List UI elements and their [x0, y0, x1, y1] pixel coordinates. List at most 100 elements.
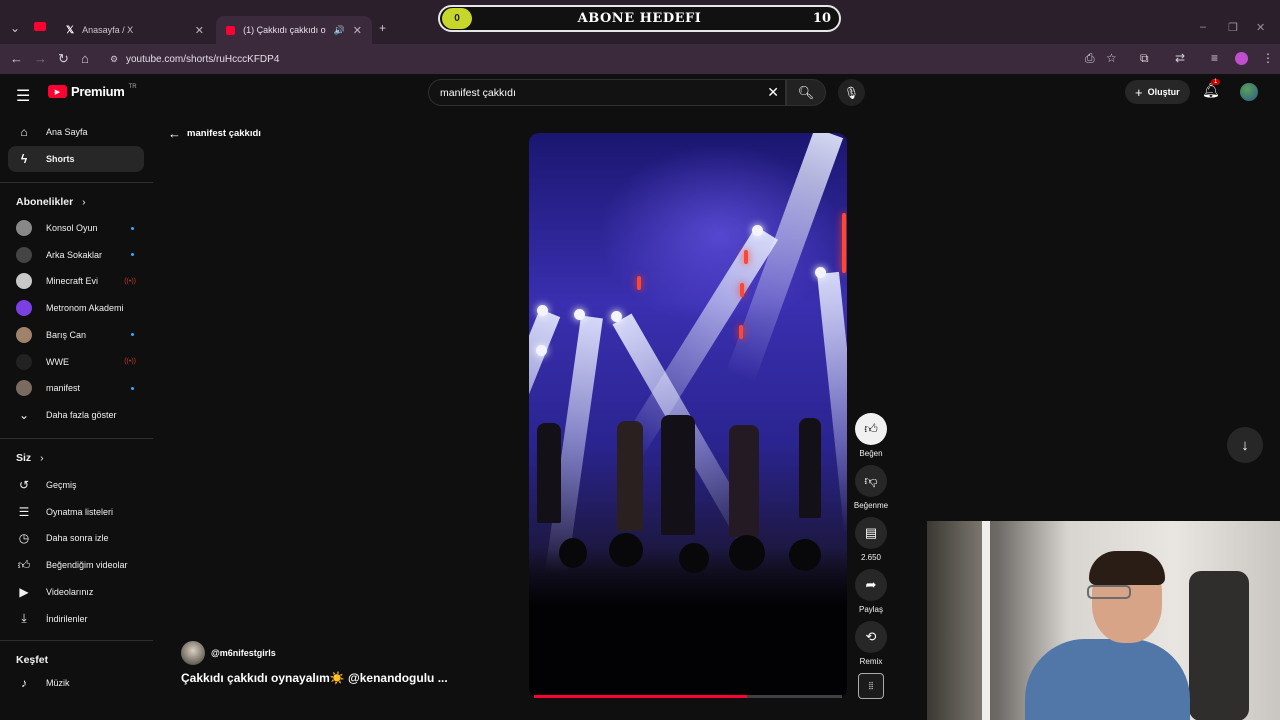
tab-x[interactable]: 𝕏 Anasayfa / X ✕: [56, 16, 214, 44]
restore-icon[interactable]: ❐: [1228, 21, 1238, 34]
subscription-item[interactable]: Minecraft Evi ((•)): [8, 268, 144, 294]
channel-avatar: [16, 326, 32, 343]
share-action[interactable]: ➦ Paylaş: [855, 569, 887, 614]
channel-avatar: [16, 220, 32, 236]
sidebar-item-you[interactable]: 👍︎ Beğendiğim videolar: [8, 552, 144, 578]
back-icon[interactable]: ←: [10, 51, 23, 66]
webcam-background-frame: [982, 521, 990, 720]
subscription-label: Konsol Oyun: [46, 223, 98, 233]
channel-avatar[interactable]: [181, 641, 205, 665]
thumbs-down-icon[interactable]: 👎︎: [855, 465, 887, 497]
webcam-person-hair: [1089, 551, 1165, 585]
crowd-head: [559, 538, 587, 568]
close-tab-icon[interactable]: ✕: [353, 24, 362, 37]
subscriber-goal-overlay: 0 ABONE HEDEFI 10: [438, 5, 841, 32]
sidebar-item-music[interactable]: ♪ Müzik: [8, 670, 144, 696]
subscription-item[interactable]: Metronom Akademi: [8, 295, 144, 321]
thumbs-up-icon[interactable]: 👍︎: [855, 413, 887, 445]
bookmark-star-icon[interactable]: ☆: [1106, 51, 1117, 65]
close-tab-icon[interactable]: ✕: [195, 24, 204, 37]
sound-thumbnail-button[interactable]: ⦙⦙: [858, 673, 884, 699]
account-avatar[interactable]: [1240, 83, 1258, 101]
remix-action[interactable]: ⟲ Remix: [855, 621, 887, 666]
sidebar-item-shorts[interactable]: ϟ Shorts: [8, 146, 144, 172]
install-app-icon[interactable]: ⎙: [1085, 51, 1095, 66]
stage-lamp: [752, 225, 763, 236]
tab-search-icon[interactable]: ⌄: [10, 21, 20, 35]
remix-icon[interactable]: ⟲: [855, 621, 887, 653]
dislike-action[interactable]: 👎︎ Beğenme: [853, 465, 889, 510]
you-heading[interactable]: Siz ›: [16, 452, 44, 464]
divider: [0, 438, 153, 439]
subscription-item[interactable]: Konsol Oyun: [8, 215, 144, 241]
x-logo-icon: 𝕏: [66, 24, 75, 36]
create-button[interactable]: + Oluştur: [1125, 80, 1190, 104]
next-short-button[interactable]: ↓: [1227, 427, 1263, 463]
notifications-button[interactable]: 🔔︎ 1: [1202, 79, 1221, 99]
minimize-icon[interactable]: –: [1200, 21, 1206, 33]
divider: [0, 640, 153, 641]
home-icon[interactable]: ⌂: [81, 51, 89, 66]
menu-hamburger-icon[interactable]: ☰: [16, 86, 30, 106]
dancer: [729, 425, 759, 537]
subscriptions-heading[interactable]: Abonelikler ›: [16, 196, 86, 208]
shorts-video-player[interactable]: [529, 133, 847, 698]
subscription-item[interactable]: manifest: [8, 375, 144, 401]
audio-wave-icon: ⦙⦙: [868, 680, 874, 692]
sidebar-item-you[interactable]: ☰ Oynatma listeleri: [8, 499, 144, 525]
sidebar-item-you[interactable]: ↺ Geçmiş: [8, 472, 144, 498]
channel-row[interactable]: @m6nifestgirls: [181, 641, 276, 665]
speaker-icon[interactable]: 🔊: [334, 25, 345, 36]
sidebar-item-label: Beğendiğim videolar: [46, 560, 128, 571]
reload-icon[interactable]: ↻: [58, 51, 69, 67]
close-window-icon[interactable]: ✕: [1256, 21, 1265, 34]
subscription-item[interactable]: WWE ((•)): [8, 349, 144, 375]
extensions-icon[interactable]: ⧉: [1140, 51, 1149, 66]
red-light: [740, 283, 744, 297]
sidebar-item-you[interactable]: ▶ Videolarınız: [8, 579, 144, 605]
divider: [0, 182, 153, 183]
search-button[interactable]: 🔍︎: [786, 79, 826, 106]
pinned-youtube-icon[interactable]: [34, 22, 46, 31]
url-field[interactable]: ⚙ youtube.com/shorts/ruHcccKFDP4: [106, 49, 1256, 69]
profile-icon[interactable]: [1235, 52, 1248, 65]
your-videos-icon: ▶: [19, 584, 29, 599]
red-light: [637, 276, 641, 290]
sidebar-item-you[interactable]: ⤓ İndirilenler: [8, 606, 144, 632]
search-input[interactable]: manifest çakkıdı ✕: [428, 79, 786, 106]
dislike-label: Beğenme: [853, 501, 889, 510]
arrow-down-icon: ↓: [1241, 436, 1249, 454]
like-action[interactable]: 👍︎ Beğen: [855, 413, 887, 458]
browser-menu-icon[interactable]: ⋮: [1262, 51, 1274, 65]
share-icon[interactable]: ➦: [855, 569, 887, 601]
new-tab-icon[interactable]: +: [379, 21, 386, 35]
video-progress-bar[interactable]: [534, 695, 842, 698]
new-content-dot: [131, 226, 134, 230]
arrow-left-icon: ←: [168, 126, 181, 141]
show-more-button[interactable]: ⌄ Daha fazla göster: [8, 402, 144, 428]
clear-search-icon[interactable]: ✕: [767, 84, 779, 101]
sidebar-item-home[interactable]: ⌂ Ana Sayfa: [8, 119, 144, 145]
channel-avatar: [16, 380, 32, 397]
translate-icon[interactable]: ⇄: [1175, 51, 1185, 65]
comment-icon[interactable]: ▤: [855, 517, 887, 549]
forward-icon[interactable]: →: [34, 51, 47, 66]
youtube-premium-logo[interactable]: ▶ Premium TR: [48, 84, 137, 99]
youtube-play-logo-icon: ▶: [48, 85, 67, 98]
site-info-icon[interactable]: ⚙: [110, 54, 118, 65]
voice-search-button[interactable]: 🎙︎: [838, 79, 865, 106]
tab-youtube[interactable]: (1) Çakkıdı çakkıdı oynayal 🔊 ✕: [216, 16, 372, 44]
comments-action[interactable]: ▤ 2.650: [855, 517, 887, 562]
sidebar-item-label: Müzik: [46, 678, 70, 688]
subscription-label: WWE: [46, 356, 69, 367]
sidebar-item-you[interactable]: ◷ Daha sonra izle: [8, 525, 144, 551]
short-title[interactable]: Çakkıdı çakkıdı oynayalım☀️ @kenandogulu…: [181, 671, 448, 685]
music-icon: ♪: [21, 676, 27, 690]
sidebar-item-label: Shorts: [46, 154, 75, 164]
subscription-item[interactable]: Arka Sokaklar: [8, 242, 144, 268]
search-back-link[interactable]: ← manifest çakkıdı: [168, 126, 261, 141]
media-controls-icon[interactable]: ≡: [1211, 51, 1218, 65]
channel-handle[interactable]: @m6nifestgirls: [211, 648, 276, 658]
subscription-item[interactable]: Barış Can: [8, 322, 144, 348]
chevron-down-icon: ⌄: [18, 408, 30, 422]
